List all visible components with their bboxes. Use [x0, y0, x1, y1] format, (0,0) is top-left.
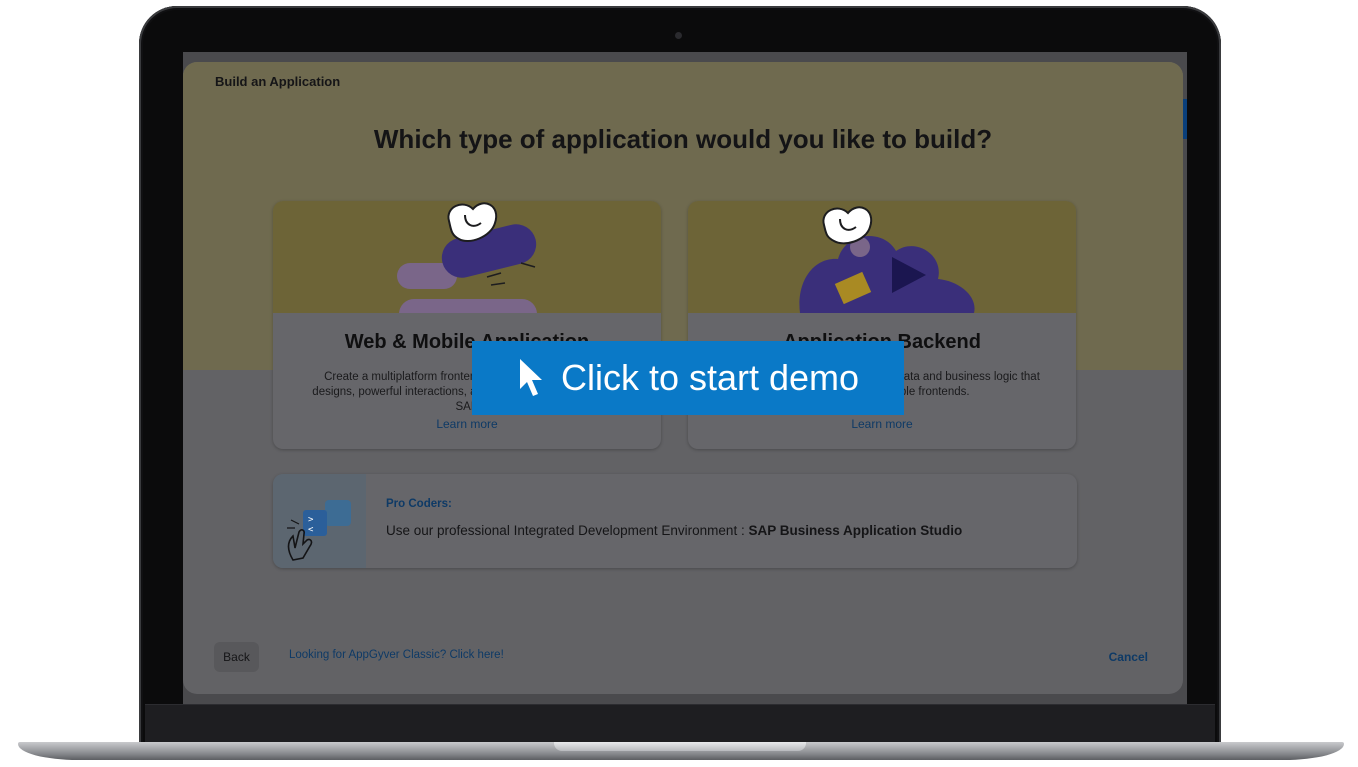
pro-coders-card[interactable]: > < Pro Coders: Use our professional Int… — [273, 474, 1077, 568]
svg-text:<: < — [308, 525, 314, 535]
pro-coders-label: Pro Coders: — [386, 498, 452, 510]
web-mobile-illustration — [273, 201, 661, 313]
start-demo-button[interactable]: Click to start demo — [472, 341, 904, 415]
pro-coders-text: Use our professional Integrated Developm… — [386, 523, 962, 538]
laptop-hinge-notch — [554, 742, 806, 751]
page-title: Which type of application would you like… — [373, 124, 993, 154]
laptop-bezel-bottom — [145, 704, 1215, 744]
svg-text:>: > — [308, 515, 314, 525]
business-application-studio-name: SAP Business Application Studio — [748, 523, 963, 538]
start-demo-label: Click to start demo — [560, 357, 860, 398]
cursor-arrow-icon — [517, 357, 545, 399]
camera-icon — [675, 32, 682, 39]
code-editor-illustration: > < — [273, 474, 366, 568]
learn-more-link[interactable]: Learn more — [273, 417, 661, 431]
back-button[interactable]: Back — [214, 642, 259, 672]
dialog-title: Build an Application — [215, 74, 341, 89]
application-backend-illustration — [688, 201, 1076, 313]
cancel-button[interactable]: Cancel — [1109, 650, 1148, 664]
appgyver-classic-link[interactable]: Looking for AppGyver Classic? Click here… — [289, 649, 504, 661]
stage: Build an Application Which type of appli… — [0, 0, 1358, 767]
pro-coders-description: Use our professional Integrated Developm… — [386, 523, 749, 538]
learn-more-link[interactable]: Learn more — [688, 417, 1076, 431]
